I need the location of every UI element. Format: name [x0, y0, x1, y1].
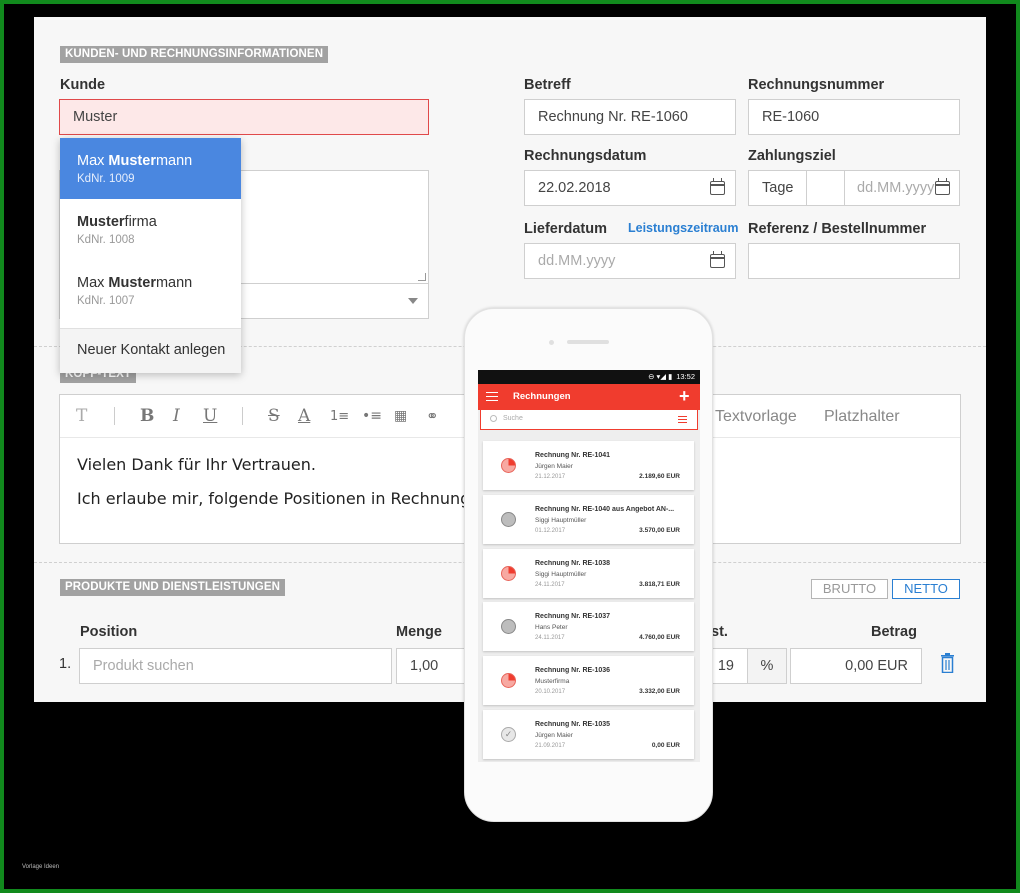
text-color-icon[interactable]: A	[298, 406, 310, 426]
amount-input[interactable]: 0,00 EUR	[790, 648, 922, 684]
reference-input[interactable]	[748, 243, 960, 279]
calendar-icon[interactable]	[935, 178, 950, 195]
phone-screen: ⊖ ▾◢ ▮ 13:52 Rechnungen + Suche Rechnung …	[478, 370, 700, 762]
suggestion-item[interactable]: Max Mustermann KdNr. 1009	[60, 138, 241, 199]
invoice-number-input[interactable]: RE-1060	[748, 99, 960, 135]
invoice-card[interactable]: Rechnung Nr. RE-1038 Siggi Hauptmüller 2…	[483, 549, 694, 598]
resize-handle-icon[interactable]	[418, 273, 426, 281]
amount-column-header: Betrag	[871, 624, 917, 640]
app-title: Rechnungen	[513, 391, 571, 402]
search-icon	[490, 415, 497, 422]
bold-icon[interactable]: B	[140, 406, 154, 426]
subject-input[interactable]: Rechnung Nr. RE-1060	[524, 99, 736, 135]
phone-mockup: ⊖ ▾◢ ▮ 13:52 Rechnungen + Suche Rechnung …	[464, 308, 713, 822]
filter-icon[interactable]	[678, 416, 687, 423]
text-templates-button[interactable]: Textvorlage	[715, 408, 797, 426]
invoice-card[interactable]: Rechnung Nr. RE-1036 Musterfirma 20.10.2…	[483, 656, 694, 705]
underline-icon[interactable]: U	[203, 406, 217, 426]
invoice-number-label: Rechnungsnummer	[748, 77, 885, 93]
row-number: 1.	[59, 656, 72, 672]
customer-label: Kunde	[60, 77, 106, 93]
phone-speaker	[567, 340, 609, 344]
payment-term-date-input[interactable]: dd.MM.yyyy	[844, 170, 960, 206]
table-icon[interactable]: ▦	[394, 408, 407, 424]
new-contact-button[interactable]: Neuer Kontakt anlegen	[60, 328, 241, 373]
customer-number: KdNr. 1008	[77, 234, 135, 246]
delivery-date-input[interactable]: dd.MM.yyyy	[524, 243, 736, 279]
calendar-icon[interactable]	[710, 251, 725, 268]
status-icons: ⊖ ▾◢ ▮	[648, 372, 673, 381]
invoice-card[interactable]: Rechnung Nr. RE-1037 Hans Peter 24.11.20…	[483, 602, 694, 651]
payment-status-icon	[501, 673, 516, 688]
suggestion-item[interactable]: Max Mustermann KdNr. 1007	[60, 260, 241, 321]
app-bar: Rechnungen +	[478, 384, 700, 410]
payment-status-icon	[501, 566, 516, 581]
link-icon[interactable]: ⚭	[426, 407, 439, 425]
payment-status-icon	[501, 512, 516, 527]
editor-text-line[interactable]: Vielen Dank für Ihr Vertrauen.	[77, 455, 316, 474]
strikethrough-icon[interactable]: S	[268, 406, 280, 426]
vat-unit: %	[747, 648, 787, 684]
invoice-card[interactable]: ✓ Rechnung Nr. RE-1035 Jürgen Maier 21.0…	[483, 710, 694, 759]
chevron-down-icon	[408, 298, 418, 304]
gross-toggle[interactable]: BRUTTO	[811, 579, 888, 599]
add-icon[interactable]: +	[679, 385, 690, 407]
section-products: PRODUKTE UND DIENSTLEISTUNGEN	[60, 579, 286, 596]
customer-suggestions-dropdown: Max Mustermann KdNr. 1009 Musterfirma Kd…	[60, 138, 241, 373]
payment-term-unit: Tage	[748, 170, 807, 206]
net-toggle[interactable]: NETTO	[892, 579, 960, 599]
invoice-date-label: Rechnungsdatum	[524, 148, 647, 164]
customer-input[interactable]: Muster	[59, 99, 429, 135]
menu-icon[interactable]	[486, 392, 498, 401]
ordered-list-icon[interactable]: 1≡	[330, 409, 349, 424]
service-period-link[interactable]: Leistungszeitraum	[628, 221, 738, 235]
check-icon: ✓	[501, 727, 516, 742]
invoice-card[interactable]: Rechnung Nr. RE-1040 aus Angebot AN-... …	[483, 495, 694, 544]
watermark: Vorlage Ideen	[22, 864, 60, 870]
quantity-column-header: Menge	[396, 624, 442, 640]
trash-icon[interactable]	[940, 653, 955, 673]
invoice-date-input[interactable]: 22.02.2018	[524, 170, 736, 206]
phone-camera	[549, 340, 554, 345]
product-search-input[interactable]: Produkt suchen	[79, 648, 392, 684]
invoice-card[interactable]: Rechnung Nr. RE-1041 Jürgen Maier 21.12.…	[483, 441, 694, 490]
text-style-icon[interactable]: T	[76, 406, 87, 426]
placeholders-button[interactable]: Platzhalter	[824, 408, 900, 426]
delivery-date-label: Lieferdatum	[524, 221, 607, 237]
phone-search-input[interactable]: Suche	[480, 410, 698, 430]
payment-status-icon	[501, 619, 516, 634]
suggestion-item[interactable]: Musterfirma KdNr. 1008	[60, 199, 241, 260]
reference-label: Referenz / Bestellnummer	[748, 221, 927, 237]
customer-number: KdNr. 1009	[77, 173, 135, 185]
section-customer-info: KUNDEN- UND RECHNUNGSINFORMATIONEN	[60, 46, 329, 63]
payment-status-icon	[501, 458, 516, 473]
italic-icon[interactable]: I	[173, 406, 180, 426]
vat-column-header: st.	[711, 624, 728, 640]
customer-number: KdNr. 1007	[77, 295, 135, 307]
status-bar: ⊖ ▾◢ ▮ 13:52	[478, 370, 700, 384]
calendar-icon[interactable]	[710, 178, 725, 195]
unordered-list-icon[interactable]: •≡	[362, 408, 382, 424]
subject-label: Betreff	[524, 77, 571, 93]
payment-term-days-input[interactable]	[806, 170, 845, 206]
position-column-header: Position	[80, 624, 138, 640]
payment-term-label: Zahlungsziel	[748, 148, 836, 164]
